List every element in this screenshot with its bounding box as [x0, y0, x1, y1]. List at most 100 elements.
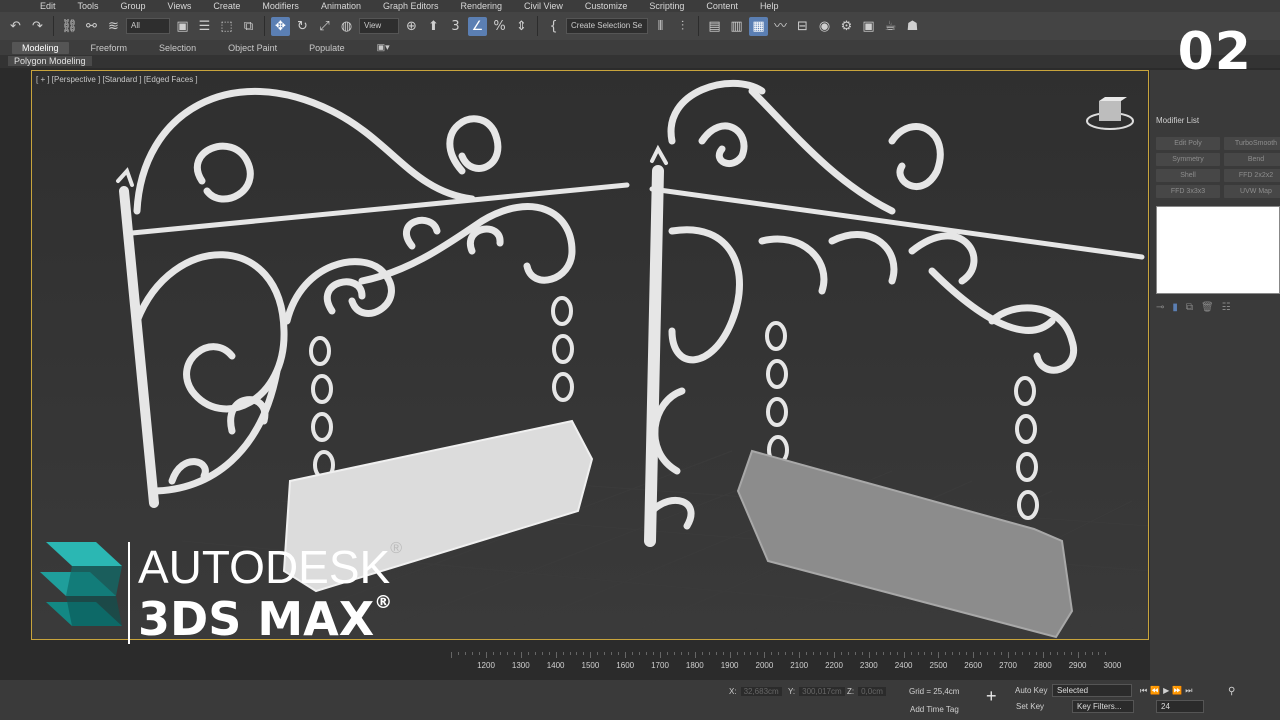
menu-views[interactable]: Views [168, 1, 192, 11]
menu-edit[interactable]: Edit [40, 1, 56, 11]
tab-object-paint[interactable]: Object Paint [218, 42, 287, 54]
timeline-tick [465, 652, 467, 655]
x-coordinate: X: 32,683cm [729, 687, 782, 696]
pin-stack-icon[interactable]: ⊸ [1156, 302, 1164, 313]
set-key-plus-icon[interactable]: + [986, 686, 997, 707]
pivot-center-icon[interactable]: ⊕ [402, 17, 421, 36]
playback-controls-icon[interactable]: ⏮⏪▶⏩⏭ [1140, 686, 1195, 696]
select-and-place-icon[interactable]: ◍ [337, 17, 356, 36]
rendered-frame-window-icon[interactable]: ▣ [859, 17, 878, 36]
redo-icon[interactable]: ↷ [28, 17, 47, 36]
modifier-button[interactable]: TurboSmooth [1224, 137, 1280, 150]
configure-modifier-sets-icon[interactable]: ☷ [1222, 302, 1231, 313]
current-frame-field[interactable]: 24 [1156, 700, 1204, 713]
percent-snap-icon[interactable]: % [490, 17, 509, 36]
menu-group[interactable]: Group [121, 1, 146, 11]
timeline-tick [1070, 652, 1072, 655]
show-end-result-icon[interactable]: ▮ [1172, 302, 1178, 313]
schematic-view-icon[interactable]: ⊟ [793, 17, 812, 36]
menu-customize[interactable]: Customize [585, 1, 628, 11]
polygon-modeling-panel[interactable]: Polygon Modeling [8, 56, 92, 66]
auto-key-button[interactable]: Auto Key [1015, 686, 1047, 695]
tab-freeform[interactable]: Freeform [81, 42, 138, 54]
render-setup-icon[interactable]: ⚙ [837, 17, 856, 36]
menu-animation[interactable]: Animation [321, 1, 361, 11]
modifier-button[interactable]: Bend [1224, 153, 1280, 166]
y-field[interactable]: 300,017cm [799, 687, 845, 696]
align-icon[interactable]: ⫶ [673, 17, 692, 36]
modifier-button[interactable]: UVW Map [1224, 185, 1280, 198]
timeline-tick [847, 652, 849, 655]
add-time-tag[interactable]: Add Time Tag [910, 705, 959, 714]
viewcube-icon[interactable] [1086, 97, 1134, 131]
named-selection-set-select[interactable]: Create Selection Se [566, 18, 648, 34]
stack-toolbar: ⊸ ▮ ⧉ 🗑 ☷ [1156, 300, 1280, 314]
curve-editor-icon[interactable]: 〰 [771, 17, 790, 36]
select-and-scale-icon[interactable]: ⤢ [315, 17, 334, 36]
timeline-tick-label: 1600 [616, 661, 635, 670]
ribbon-toggle-icon[interactable]: ▦ [749, 16, 768, 36]
render-icon[interactable]: ☕ [881, 17, 900, 36]
mirror-icon[interactable]: ⫴ [651, 17, 670, 36]
timeline-tick [778, 652, 780, 655]
viewport-label[interactable]: [ + ] [Perspective ] [Standard ] [Edged … [36, 75, 198, 84]
link-icon[interactable]: ⛓ [60, 17, 79, 36]
modifier-list-label[interactable]: Modifier List [1156, 116, 1199, 125]
select-by-name-icon[interactable]: ☰ [195, 17, 214, 36]
menu-scripting[interactable]: Scripting [649, 1, 684, 11]
menu-civil-view[interactable]: Civil View [524, 1, 563, 11]
rectangular-selection-icon[interactable]: ⬚ [217, 17, 236, 36]
menu-content[interactable]: Content [706, 1, 738, 11]
timeline-tick [701, 652, 703, 655]
menu-help[interactable]: Help [760, 1, 779, 11]
modifier-button[interactable]: FFD 2x2x2 [1224, 169, 1280, 182]
x-field[interactable]: 32,683cm [740, 687, 782, 696]
bind-space-warp-icon[interactable]: ≋ [104, 17, 123, 36]
menu-graph-editors[interactable]: Graph Editors [383, 1, 439, 11]
material-editor-icon[interactable]: ◉ [815, 17, 834, 36]
modifier-button[interactable]: Symmetry [1156, 153, 1220, 166]
selection-set-dropdown[interactable]: Selected [1052, 684, 1132, 697]
manipulate-icon[interactable]: ⬆ [424, 17, 443, 36]
menu-tools[interactable]: Tools [78, 1, 99, 11]
layer-explorer-icon[interactable]: ▥ [727, 17, 746, 36]
timeline-tick-label: 1200 [477, 661, 495, 670]
modifier-button[interactable]: Shell [1156, 169, 1220, 182]
timeline-ruler[interactable]: 1200 1300 1400 1500 1600 1700 1800 1900 2000 2100… [440, 652, 1150, 672]
menu-rendering[interactable]: Rendering [461, 1, 503, 11]
zoom-icon[interactable]: ⚲ [1228, 686, 1235, 697]
menu-create[interactable]: Create [213, 1, 240, 11]
edit-named-selection-icon[interactable]: { [544, 17, 563, 36]
selection-filter-select[interactable]: All [126, 18, 170, 34]
select-and-rotate-icon[interactable]: ↻ [293, 17, 312, 36]
menu-modifiers[interactable]: Modifiers [262, 1, 299, 11]
modifier-button[interactable]: FFD 3x3x3 [1156, 185, 1220, 198]
scene-explorer-icon[interactable]: ▤ [705, 17, 724, 36]
render-production-icon[interactable]: ☗ [903, 17, 922, 36]
spinner-snap-icon[interactable]: ⇕ [512, 17, 531, 36]
select-and-move-icon[interactable]: ✥ [271, 16, 290, 36]
timeline-tick [917, 652, 919, 655]
remove-modifier-icon[interactable]: 🗑 [1201, 302, 1214, 313]
reference-coordinate-select[interactable]: View [359, 18, 399, 34]
tab-populate[interactable]: Populate [299, 42, 355, 54]
angle-snap-icon[interactable]: ∠ [468, 16, 487, 36]
x-label: X: [729, 687, 737, 696]
snap-toggle-icon[interactable]: 3 [446, 17, 465, 36]
timeline-tick [792, 652, 794, 655]
z-field[interactable]: 0,0cm [858, 687, 886, 696]
key-filters-button[interactable]: Key Filters... [1072, 700, 1134, 713]
modifier-button[interactable]: Edit Poly [1156, 137, 1220, 150]
timeline-tick [506, 652, 508, 655]
undo-icon[interactable]: ↶ [6, 17, 25, 36]
timeline-tick [1008, 652, 1009, 658]
window-crossing-icon[interactable]: ⧉ [239, 17, 258, 36]
set-key-button[interactable]: Set Key [1016, 702, 1044, 711]
make-unique-icon[interactable]: ⧉ [1186, 302, 1193, 313]
select-object-icon[interactable]: ▣ [173, 17, 192, 36]
tab-modeling[interactable]: Modeling [12, 41, 69, 54]
unlink-icon[interactable]: ⚯ [82, 17, 101, 36]
tab-selection[interactable]: Selection [149, 42, 206, 54]
modifier-stack[interactable] [1156, 206, 1280, 294]
ribbon-options-icon[interactable]: ▣▾ [367, 41, 400, 54]
